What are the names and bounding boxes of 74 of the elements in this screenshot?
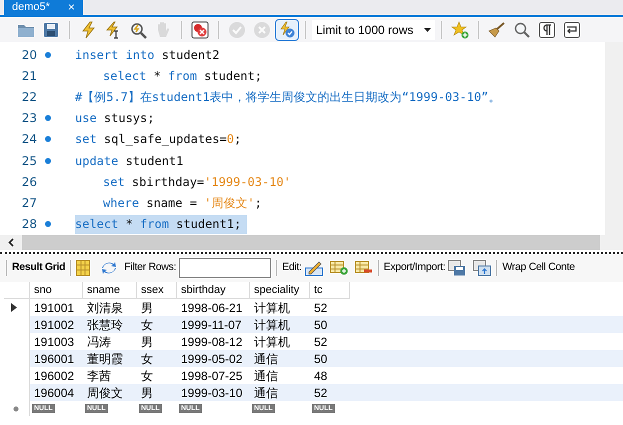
code-line: set sql_safe_updates=0;: [75, 131, 242, 148]
table-cell-text: 191002: [33, 316, 76, 333]
new-row-icon: [13, 406, 19, 412]
table-cell-text: 191001: [33, 300, 76, 316]
table-cell-text: 1999-08-12: [180, 334, 244, 350]
table-cell-text: 男: [140, 384, 154, 401]
table-cell-text: 通信: [253, 368, 279, 384]
table-cell-text: 52: [313, 334, 328, 350]
table-cell-text: 刘清泉: [86, 300, 124, 316]
table-cell-text: 1998-06-21: [180, 300, 244, 316]
auto-commit-icon[interactable]: [275, 18, 299, 40]
code-line: update student1: [75, 152, 184, 170]
code-line: insert into student2: [75, 46, 220, 64]
add-row-icon[interactable]: [330, 261, 348, 275]
table-cell-text: 52: [313, 384, 328, 401]
table-cell-text: 李茜: [86, 368, 112, 384]
table-cell-text: 男: [140, 334, 154, 350]
table-cell-text: 计算机: [253, 316, 291, 333]
table-cell-text: 女: [140, 368, 154, 384]
table-cell-text: 张慧玲: [86, 316, 124, 333]
delete-row-icon[interactable]: [354, 261, 373, 275]
table-cell-text: 通信: [253, 350, 279, 367]
table-cell-text: 50: [313, 316, 328, 333]
wrap-cell-label[interactable]: Wrap Cell Conte: [502, 260, 575, 276]
filter-field[interactable]: [179, 258, 272, 278]
edit-label: Edit:: [282, 260, 302, 276]
line-number: 28: [20, 216, 37, 234]
table-cell-text: 191003: [33, 334, 76, 350]
line-number: 22: [20, 88, 37, 106]
table-cell-text: 196004: [33, 384, 76, 401]
table-cell-text: 1999-03-10: [180, 384, 244, 401]
table-cell-text: 周俊文: [86, 384, 124, 401]
code-line: #【例5.7】在student1表中，将学生周俊文的出生日期改为“1999-03-10”。: [75, 88, 500, 106]
tab-title: demo5*: [12, 0, 50, 15]
caret-icon: [424, 28, 431, 32]
filter-label: Filter Rows:: [124, 260, 176, 276]
table-cell-text: 董明霞: [86, 350, 124, 367]
refresh-icon[interactable]: [101, 261, 118, 275]
line-number: 27: [20, 194, 37, 212]
close-button[interactable]: ×: [68, 1, 75, 13]
table-cell-text: 196001: [33, 350, 76, 367]
line-number: 21: [20, 68, 37, 85]
code-line: use stusys;: [75, 110, 154, 128]
table-cell-text: 48: [313, 368, 328, 384]
table-cell-text: 50: [313, 350, 328, 367]
line-number: 24: [20, 131, 37, 148]
line-number: 23: [20, 110, 37, 128]
line-number: 26: [20, 174, 37, 191]
table-cell-text: 1998-07-25: [180, 368, 244, 384]
table-cell-text: 1999-05-02: [180, 350, 244, 367]
code-line: where sname = '周俊文';: [103, 194, 262, 212]
table-cell-text: 女: [140, 316, 154, 333]
pencil-icon[interactable]: [304, 260, 323, 276]
code-line: select * from student;: [103, 68, 262, 85]
editor-tab[interactable]: demo5* ×: [4, 0, 83, 15]
table-cell-text: 男: [140, 300, 154, 316]
line-number: 20: [20, 46, 37, 64]
table-cell-text: 1999-11-07: [180, 316, 242, 333]
scrollbar-thumb[interactable]: [22, 235, 600, 250]
import-icon[interactable]: [473, 260, 492, 276]
limit-dropdown[interactable]: Limit to 1000 rows: [312, 20, 435, 40]
table-cell-text: 196002: [33, 368, 76, 384]
table-cell-text: 计算机: [253, 300, 291, 316]
grid-columns-icon[interactable]: [76, 260, 90, 276]
result-grid-tab[interactable]: Result Grid: [12, 260, 66, 276]
code-line: set sbirthday='1999-03-10': [103, 174, 291, 191]
export-icon[interactable]: [448, 260, 466, 276]
line-number: 25: [20, 152, 37, 170]
table-cell-text: 计算机: [253, 334, 291, 350]
table-cell-text: 女: [140, 350, 154, 367]
table-cell-text: 冯涛: [86, 334, 112, 350]
export-import-label: Export/Import:: [384, 260, 446, 276]
table-cell-text: 通信: [253, 384, 279, 401]
table-cell-text: 52: [313, 300, 328, 316]
